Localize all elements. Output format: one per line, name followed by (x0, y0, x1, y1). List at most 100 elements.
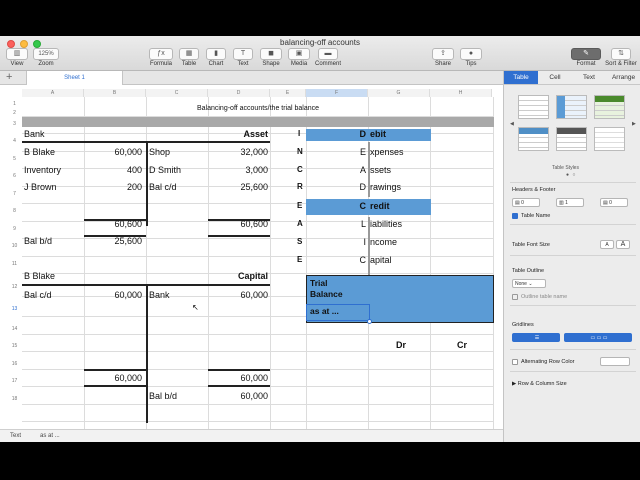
view-button[interactable]: ▥ View (6, 48, 28, 67)
capital-total-debit: 60,000 (114, 373, 142, 383)
bank-total-credit: 60,600 (240, 219, 268, 229)
table-style-1[interactable] (518, 95, 549, 119)
row-header-4[interactable]: 4 (9, 138, 20, 144)
row-header-1[interactable]: 1 (9, 101, 20, 107)
dealer-rest-1: ebit (370, 129, 387, 139)
table-style-4[interactable] (518, 127, 549, 151)
text-icon: T (233, 48, 253, 60)
trial-line-1: Trial (310, 278, 328, 288)
table-icon: ▦ (179, 48, 199, 60)
add-sheet-icon[interactable]: + (6, 71, 12, 84)
dealer-rest-2: xpenses (370, 147, 404, 157)
column-header-a[interactable]: A (22, 89, 84, 97)
tab-table[interactable]: Table (504, 71, 538, 85)
row-header-8[interactable]: 8 (9, 208, 20, 214)
column-header-e[interactable]: E (270, 89, 306, 97)
tab-text[interactable]: Text (572, 71, 606, 85)
tab-cell[interactable]: Cell (538, 71, 572, 85)
status-bar: Text as at ... (0, 429, 503, 442)
table-name-label: Table Name (521, 213, 551, 219)
column-header-d[interactable]: D (208, 89, 270, 97)
row-header-13[interactable]: 13 (9, 306, 20, 312)
row-header-18[interactable]: 18 (9, 396, 20, 402)
capital-label: Capital (237, 271, 268, 281)
table-name-checkbox[interactable] (512, 213, 518, 219)
font-larger-button[interactable]: A (616, 240, 630, 249)
row-header-10[interactable]: 10 (9, 243, 20, 249)
dealer-letter-2: N (297, 147, 303, 156)
chart-button[interactable]: ▮ Chart (206, 48, 226, 67)
dealer-first-3: A (359, 165, 366, 175)
bal-cd-amount: 25,600 (240, 182, 268, 192)
table-font-size-label: Table Font Size (512, 242, 550, 248)
header-columns-stepper[interactable]: ▥ 1 (556, 198, 584, 207)
comment-icon: ▬ (318, 48, 338, 60)
spreadsheet-grid[interactable]: A B C D E F G H 1 2 3 4 5 6 7 8 9 10 11 … (0, 85, 503, 429)
media-button[interactable]: ▣ Media (288, 48, 310, 67)
footer-rows-stepper[interactable]: ▤ 0 (600, 198, 628, 207)
row-column-size-disclosure[interactable]: ▶ Row & Column Size (512, 381, 567, 387)
selection-handle[interactable] (367, 319, 372, 324)
row-header-14[interactable]: 14 (9, 326, 20, 332)
column-header-h[interactable]: H (430, 89, 492, 97)
table-button[interactable]: ▦ Table (179, 48, 199, 67)
tips-button[interactable]: ● Tips (460, 48, 482, 67)
trial-line-2: Balance (310, 289, 343, 299)
formula-button[interactable]: ƒx Formula (149, 48, 173, 67)
dealer-first-6: L (360, 219, 366, 229)
dealer-rest-6: iabilities (370, 219, 403, 229)
table-style-5[interactable] (556, 127, 587, 151)
outline-style-select[interactable]: None ⌄ (512, 279, 546, 288)
row-header-5[interactable]: 5 (9, 156, 20, 162)
tab-arrange[interactable]: Arrange (606, 71, 640, 85)
sheet-tab-1[interactable]: Sheet 1 (26, 71, 123, 85)
outline-table-name-checkbox[interactable] (512, 294, 518, 300)
trial-line-3[interactable]: as at ... (310, 306, 339, 316)
row-header-6[interactable]: 6 (9, 173, 20, 179)
row-header-2[interactable]: 2 (9, 110, 20, 116)
row-header-3[interactable]: 3 (9, 121, 20, 127)
alternating-color-well[interactable] (600, 357, 630, 366)
next-styles-icon[interactable]: ▶ (632, 121, 636, 127)
b-blake-capital-title: B Blake (24, 271, 56, 281)
row-header-17[interactable]: 17 (9, 378, 20, 384)
column-header-f[interactable]: F (306, 89, 368, 97)
column-header-b[interactable]: B (84, 89, 146, 97)
row-header-15[interactable]: 15 (9, 343, 20, 349)
row-header-16[interactable]: 16 (9, 361, 20, 367)
font-smaller-button[interactable]: A (600, 240, 614, 249)
format-brush-icon: ✎ (571, 48, 601, 60)
table-style-6[interactable] (594, 127, 625, 151)
chart-icon: ▮ (206, 48, 226, 60)
title-bar: balancing-off accounts ▥ View 125% Zoom … (0, 36, 640, 71)
mouse-cursor-icon: ↖ (192, 303, 199, 312)
text-button[interactable]: T Text (233, 48, 253, 67)
gridlines-horizontal-button[interactable]: ☰ (512, 333, 560, 342)
alternating-row-color-checkbox[interactable] (512, 359, 518, 365)
table-style-3[interactable] (594, 95, 625, 119)
gridlines-label: Gridlines (512, 322, 534, 328)
dealer-letter-6: A (297, 219, 303, 228)
share-icon: ⇪ (432, 48, 454, 60)
row-header-12[interactable]: 12 (9, 284, 20, 290)
format-button[interactable]: ✎ Format (571, 48, 601, 67)
column-header-c[interactable]: C (146, 89, 208, 97)
column-header-g[interactable]: G (368, 89, 430, 97)
previous-styles-icon[interactable]: ◀ (510, 121, 514, 127)
row-header-9[interactable]: 9 (9, 226, 20, 232)
comment-button[interactable]: ▬ Comment (314, 48, 342, 67)
gridlines-vertical-button[interactable]: ▭ ▭ ▭ (564, 333, 632, 342)
row-header-11[interactable]: 11 (9, 261, 20, 267)
table-style-2[interactable] (556, 95, 587, 119)
format-inspector: Table Cell Text Arrange ◀ ▶ Table Styles… (503, 71, 640, 442)
zoom-select[interactable]: 125% (33, 48, 59, 60)
dealer-rest-3: ssets (370, 165, 392, 175)
header-rows-stepper[interactable]: ▤ 0 (512, 198, 540, 207)
sort-filter-button[interactable]: ⇅ Sort & Filter (603, 48, 639, 67)
share-button[interactable]: ⇪ Share (432, 48, 454, 67)
zoom-button[interactable]: 125% Zoom (33, 48, 59, 67)
shape-button[interactable]: ◼ Shape (260, 48, 282, 67)
sort-filter-icon: ⇅ (611, 48, 631, 60)
dealer-letter-5: E (297, 201, 303, 210)
row-header-7[interactable]: 7 (9, 191, 20, 197)
